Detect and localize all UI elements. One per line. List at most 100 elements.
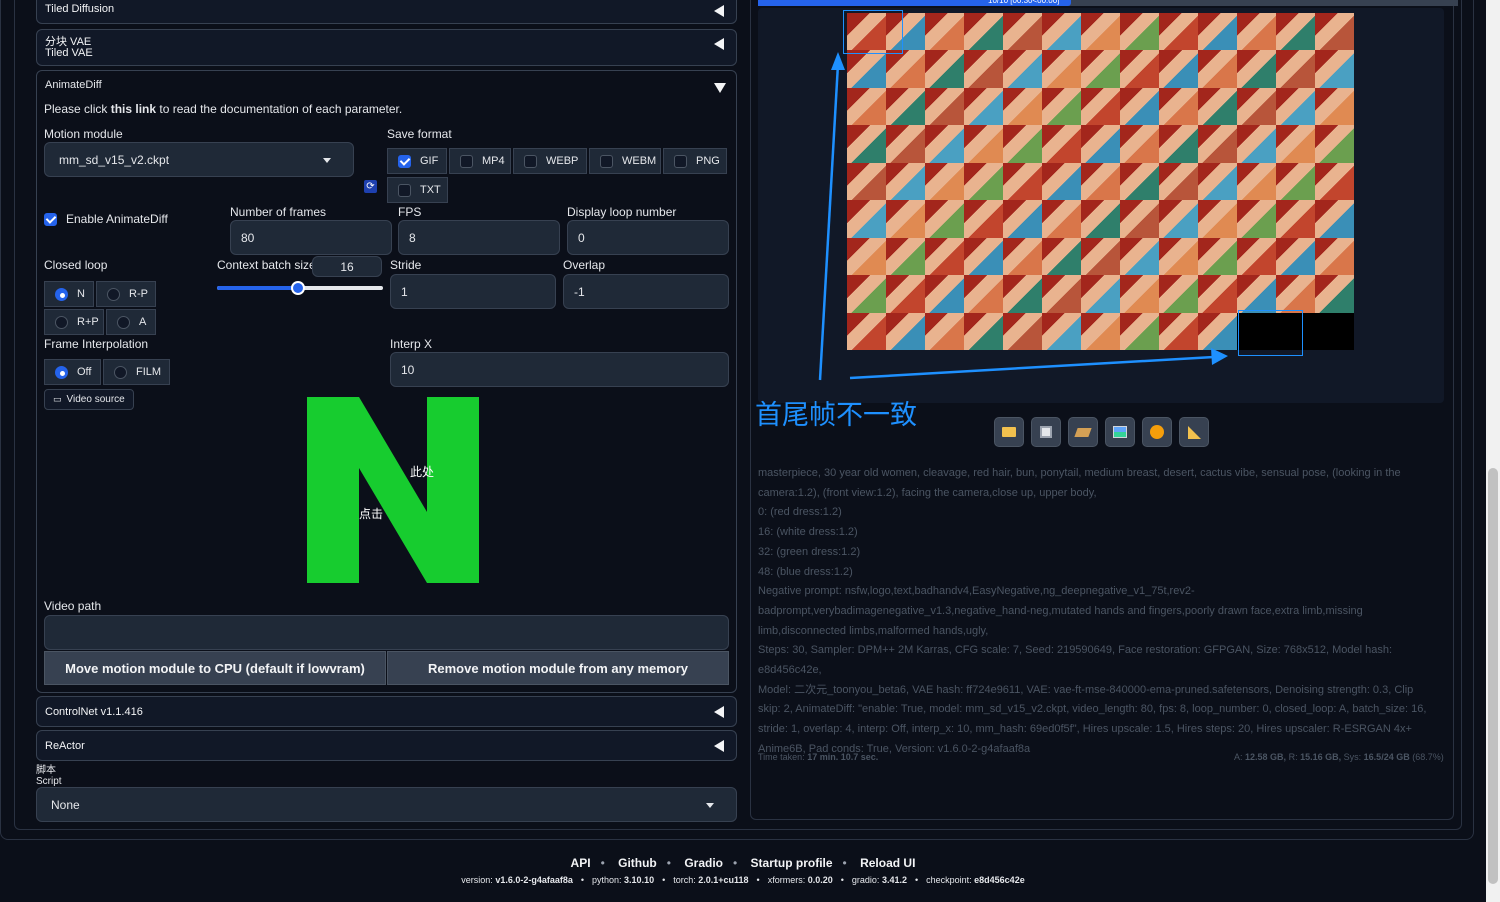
radio-label: N bbox=[77, 288, 85, 300]
info-line: stride: 1, overlap: 4, interp: Off, inte… bbox=[758, 723, 1412, 736]
vram-percent: (68.7%) bbox=[1412, 752, 1444, 762]
script-select[interactable]: None bbox=[36, 787, 737, 822]
frame-thumbnail bbox=[1315, 13, 1354, 51]
accordion-title: AnimateDiff bbox=[45, 79, 102, 91]
progress-track: 10/10 [00:30<00:00] bbox=[758, 0, 1458, 6]
context-batch-slider[interactable] bbox=[217, 281, 383, 295]
accordion-tiled-vae[interactable]: 分块 VAE Tiled VAE bbox=[36, 29, 737, 66]
frame-thumbnail bbox=[1315, 200, 1354, 238]
folder-icon[interactable] bbox=[994, 417, 1024, 447]
format-gif-checkbox[interactable]: GIF bbox=[387, 148, 447, 174]
checkbox-icon bbox=[398, 183, 411, 197]
checkbox-icon bbox=[460, 154, 473, 168]
frame-thumbnail bbox=[1315, 125, 1354, 163]
interpx-input[interactable]: 10 bbox=[390, 352, 729, 387]
radio-icon bbox=[107, 287, 120, 301]
footer-link-startup-profile[interactable]: Startup profile bbox=[751, 856, 833, 870]
accordion-title: Tiled Diffusion bbox=[45, 3, 115, 15]
collapse-arrow-icon[interactable] bbox=[714, 38, 724, 50]
format-label: WEBP bbox=[546, 155, 579, 167]
script-value: None bbox=[51, 797, 80, 812]
doc-text: Please click bbox=[44, 102, 108, 116]
frame-thumbnail bbox=[1276, 162, 1315, 201]
video-source-tab[interactable]: ▭ Video source bbox=[44, 389, 134, 410]
palette-icon[interactable] bbox=[1142, 417, 1172, 447]
info-line: camera:1.2), (front view:1.2), facing th… bbox=[758, 486, 1097, 499]
fps-input[interactable]: 8 bbox=[398, 220, 560, 255]
frames-input[interactable]: 80 bbox=[230, 220, 392, 255]
radio-label: Off bbox=[77, 366, 92, 378]
footer-link-api[interactable]: API bbox=[571, 856, 591, 870]
context-batch-label: Context batch size bbox=[217, 258, 316, 272]
refresh-icon[interactable]: ⟳ bbox=[364, 180, 377, 193]
collapse-arrow-icon[interactable] bbox=[714, 5, 724, 17]
frame-thumbnail bbox=[1237, 162, 1276, 201]
overlap-input[interactable]: -1 bbox=[563, 274, 729, 309]
stride-label: Stride bbox=[390, 258, 422, 272]
closed-loop-rpp-radio[interactable]: R+P bbox=[44, 309, 104, 335]
footer-versions: version: v1.6.0-2-g4afaaf8a • python: 3.10… bbox=[0, 875, 1486, 885]
enable-label: Enable AnimateDiff bbox=[66, 212, 168, 226]
image-icon[interactable] bbox=[1105, 417, 1135, 447]
format-png-checkbox[interactable]: PNG bbox=[663, 148, 727, 174]
save-icon[interactable] bbox=[1031, 417, 1061, 447]
footer-link-reload-ui[interactable]: Reload UI bbox=[860, 856, 915, 870]
frame-thumbnail bbox=[1315, 275, 1354, 313]
title-en: Tiled VAE bbox=[45, 47, 93, 59]
output-toolbar bbox=[994, 417, 1209, 447]
accordion-tiled-diffusion[interactable]: Tiled Diffusion bbox=[36, 0, 737, 24]
version-value: 3.10.10 bbox=[624, 875, 655, 885]
info-line: Model: 二次元_toonyou_beta6, VAE hash: ff72… bbox=[758, 683, 1414, 696]
interp-off-radio[interactable]: Off bbox=[44, 359, 101, 385]
enable-animatediff-checkbox[interactable]: Enable AnimateDiff bbox=[44, 212, 168, 226]
separator-dot: • bbox=[756, 875, 760, 885]
format-label: PNG bbox=[696, 155, 720, 167]
radio-icon bbox=[114, 365, 127, 379]
frames-value: 80 bbox=[241, 230, 255, 245]
frame-thumbnail bbox=[1237, 13, 1276, 51]
context-batch-input[interactable]: 16 bbox=[312, 256, 382, 277]
script-label-en: Script bbox=[36, 776, 62, 787]
expand-arrow-icon[interactable] bbox=[714, 83, 726, 93]
frame-thumbnail bbox=[1081, 13, 1120, 51]
separator-dot: • bbox=[914, 875, 919, 885]
info-line: skip: 2, AnimateDiff: "enable: True, mod… bbox=[758, 703, 1427, 716]
format-txt-checkbox[interactable]: TXT bbox=[387, 177, 448, 203]
accordion-title: 分块 VAE Tiled VAE bbox=[45, 37, 93, 59]
stride-input[interactable]: 1 bbox=[390, 274, 556, 309]
closed-loop-a-radio[interactable]: A bbox=[106, 309, 156, 335]
vram-value: 12.58 GB, bbox=[1245, 752, 1287, 762]
ruler-icon[interactable] bbox=[1179, 417, 1209, 447]
separator-dot: • bbox=[840, 875, 844, 885]
format-label: MP4 bbox=[482, 155, 505, 167]
loop-input[interactable]: 0 bbox=[567, 220, 729, 255]
frame-thumbnail bbox=[1237, 200, 1276, 238]
format-webp-checkbox[interactable]: WEBP bbox=[513, 148, 587, 174]
closed-loop-rp-radio[interactable]: R-P bbox=[96, 281, 156, 307]
footer-link-gradio[interactable]: Gradio bbox=[684, 856, 723, 870]
accordion-controlnet[interactable]: ControlNet v1.1.416 bbox=[36, 696, 737, 727]
frame-thumbnail bbox=[964, 13, 1003, 51]
separator-dot: • bbox=[580, 875, 585, 885]
collapse-arrow-icon[interactable] bbox=[714, 740, 724, 752]
remove-module-button[interactable]: Remove motion module from any memory bbox=[387, 651, 729, 685]
zip-icon[interactable] bbox=[1068, 417, 1098, 447]
frame-thumbnail bbox=[1276, 87, 1315, 126]
doc-link[interactable]: this link bbox=[111, 102, 156, 116]
interp-film-radio[interactable]: FILM bbox=[103, 359, 170, 385]
context-batch-value: 16 bbox=[340, 259, 354, 274]
accordion-reactor[interactable]: ReActor bbox=[36, 730, 737, 761]
dropdown-arrow-icon bbox=[323, 158, 331, 163]
collapse-arrow-icon[interactable] bbox=[714, 706, 724, 718]
video-path-input[interactable] bbox=[44, 615, 729, 650]
motion-module-select[interactable]: mm_sd_v15_v2.ckpt bbox=[44, 142, 354, 177]
move-module-cpu-button[interactable]: Move motion module to CPU (default if lo… bbox=[44, 651, 386, 685]
interpx-label: Interp X bbox=[390, 337, 433, 351]
frame-thumbnail bbox=[1237, 275, 1276, 313]
format-webm-checkbox[interactable]: WEBM bbox=[589, 148, 661, 174]
format-mp4-checkbox[interactable]: MP4 bbox=[449, 148, 511, 174]
scrollbar-thumb[interactable] bbox=[1488, 468, 1498, 884]
footer-link-github[interactable]: Github bbox=[618, 856, 657, 870]
video-camera-icon: ▭ bbox=[53, 394, 62, 404]
closed-loop-n-radio[interactable]: N bbox=[44, 281, 94, 307]
